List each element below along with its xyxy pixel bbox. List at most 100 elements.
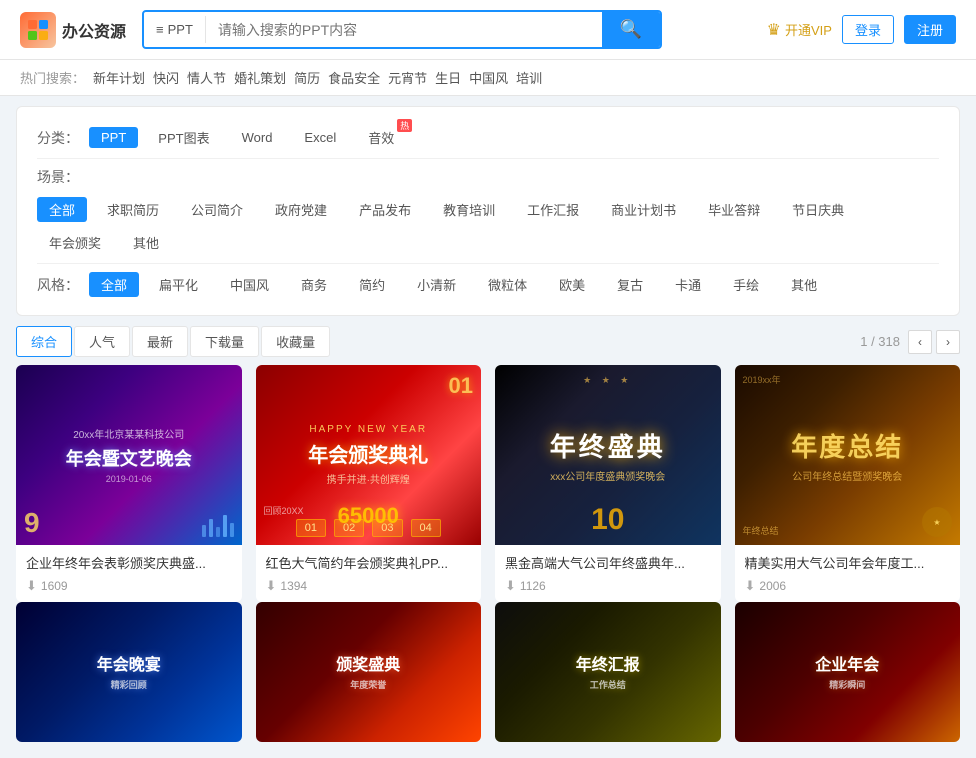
login-button[interactable]: 登录 [842,15,894,44]
card-4[interactable]: 年度总结 公司年终总结暨颁奖晚会 2019xx年 ★ 年终总结 精美实用大气公司… [735,365,961,602]
sort-newest[interactable]: 最新 [132,326,188,357]
scene-row: 场景： 全部 求职简历 公司简介 政府党建 产品发布 教育培训 工作汇报 商业计… [37,161,939,261]
vip-button[interactable]: ♛ 开通VIP [767,20,832,40]
card-2-thumb-overlay: HAPPY NEW YEAR 年会颁奖典礼 携手并进·共创辉煌 01 02 03… [256,365,482,545]
scene-tag-product[interactable]: 产品发布 [347,197,423,222]
hot-tag-7[interactable]: 生日 [435,68,461,87]
download-icon-1: ⬇ [26,578,37,594]
sort-bar: 综合 人气 最新 下载量 收藏量 1 / 318 ‹ › [16,326,960,357]
scene-tag-other[interactable]: 其他 [121,230,171,255]
search-area: ≡ PPT 🔍 [142,10,662,49]
card-1-thumb-overlay: 20xx年北京某某科技公司 年会暨文艺晚会 2019-01-06 9 [16,365,242,545]
header: 办公资源 ≡ PPT 🔍 ♛ 开通VIP 登录 注册 [0,0,976,60]
hot-tag-3[interactable]: 婚礼策划 [234,68,286,87]
hot-tag-5[interactable]: 食品安全 [328,68,380,87]
card-3[interactable]: 年终盛典 xxx公司年度盛典颁奖晚会 ★ ★ ★ 10 黑金高端大气公司年终盛典… [495,365,721,602]
style-tag-other[interactable]: 其他 [779,272,829,297]
sort-favorites[interactable]: 收藏量 [261,326,330,357]
scene-tag-biz[interactable]: 商业计划书 [599,197,688,222]
search-type-button[interactable]: ≡ PPT [144,16,206,43]
card-2-thumb: HAPPY NEW YEAR 年会颁奖典礼 携手并进·共创辉煌 01 02 03… [256,365,482,545]
scene-tag-edu[interactable]: 教育培训 [431,197,507,222]
bottom-partial-grid: 年会晚宴精彩回顾 颁奖盛典年度荣誉 年终汇报工作总结 企业年会精彩瞬间 [16,602,960,742]
logo[interactable]: 办公资源 [20,12,126,48]
vip-label: 开通VIP [785,20,832,39]
card-4-info: 精美实用大气公司年会年度工... ⬇ 2006 [735,545,961,602]
header-right: ♛ 开通VIP 登录 注册 [767,15,956,44]
scene-tag-grad[interactable]: 毕业答辩 [696,197,772,222]
hot-tag-6[interactable]: 元宵节 [388,68,427,87]
hot-tag-0[interactable]: 新年计划 [93,68,145,87]
scene-label: 场景： [37,167,79,187]
style-tag-western[interactable]: 欧美 [547,272,597,297]
hot-tag-8[interactable]: 中国风 [469,68,508,87]
scene-tag-company[interactable]: 公司简介 [179,197,255,222]
hot-search-bar: 热门搜索： 新年计划 快闪 情人节 婚礼策划 简历 食品安全 元宵节 生日 中国… [0,60,976,96]
style-tag-fresh[interactable]: 小清新 [405,272,468,297]
style-tag-chinese[interactable]: 中国风 [218,272,281,297]
card-4-downloads: 2006 [759,579,786,593]
card-3-info: 黑金高端大气公司年终盛典年... ⬇ 1126 [495,545,721,602]
bottom-card-4-thumb: 企业年会精彩瞬间 [735,602,961,742]
category-tag-word[interactable]: Word [230,127,285,148]
card-1[interactable]: 20xx年北京某某科技公司 年会暨文艺晚会 2019-01-06 9 企业 [16,365,242,602]
style-row: 风格： 全部 扁平化 中国风 商务 简约 小清新 微粒体 欧美 复古 卡通 手绘… [37,266,939,303]
category-tag-ppt[interactable]: PPT [89,127,138,148]
page-nav: ‹ › [908,330,960,354]
bottom-card-1-thumb: 年会晚宴精彩回顾 [16,602,242,742]
category-tag-audio[interactable]: 音效 [356,125,406,150]
hot-tag-2[interactable]: 情人节 [187,68,226,87]
style-tag-flat[interactable]: 扁平化 [147,272,210,297]
card-3-line1: xxx公司年度盛典颁奖晚会 [550,468,665,483]
scene-tag-annual[interactable]: 年会颁奖 [37,230,113,255]
card-4-meta: ⬇ 2006 [745,578,951,594]
crown-icon: ♛ [767,20,781,40]
style-tag-particle[interactable]: 微粒体 [476,272,539,297]
scene-tags: 全部 求职简历 公司简介 政府党建 产品发布 教育培训 工作汇报 商业计划书 毕… [37,197,939,255]
card-4-title: 精美实用大气公司年会年度工... [745,553,951,572]
search-icon: 🔍 [620,19,642,39]
card-1-thumb-line1: 年会暨文艺晚会 [66,445,192,471]
sort-downloads[interactable]: 下载量 [190,326,259,357]
bottom-card-2[interactable]: 颁奖盛典年度荣誉 [256,602,482,742]
scene-tag-resume[interactable]: 求职简历 [95,197,171,222]
bottom-card-2-thumb: 颁奖盛典年度荣誉 [256,602,482,742]
style-tag-hand[interactable]: 手绘 [721,272,771,297]
category-tag-pptchart[interactable]: PPT图表 [146,125,221,150]
hot-search-label: 热门搜索： [20,68,85,87]
card-3-line0: 年终盛典 [550,427,666,464]
bottom-card-4[interactable]: 企业年会精彩瞬间 [735,602,961,742]
search-input[interactable] [206,16,602,44]
menu-icon: ≡ [156,22,164,37]
hot-tag-4[interactable]: 简历 [294,68,320,87]
scene-tag-work[interactable]: 工作汇报 [515,197,591,222]
card-2-info: 红色大气简约年会颁奖典礼PP... ⬇ 1394 [256,545,482,602]
hot-tag-9[interactable]: 培训 [516,68,542,87]
category-row: 分类： PPT PPT图表 Word Excel 音效 [37,119,939,156]
download-icon-4: ⬇ [745,578,756,594]
bottom-card-3[interactable]: 年终汇报工作总结 [495,602,721,742]
sort-popular[interactable]: 人气 [74,326,130,357]
hot-tag-1[interactable]: 快闪 [153,68,179,87]
sort-comprehensive[interactable]: 综合 [16,326,72,357]
scene-tag-all[interactable]: 全部 [37,197,87,222]
style-tag-biz[interactable]: 商务 [289,272,339,297]
category-tags: PPT PPT图表 Word Excel 音效 [89,125,406,150]
scene-tag-festival[interactable]: 节日庆典 [780,197,856,222]
category-tag-excel[interactable]: Excel [292,127,348,148]
card-1-title: 企业年终年会表彰颁奖庆典盛... [26,553,232,572]
card-2-title: 红色大气简约年会颁奖典礼PP... [266,553,472,572]
style-tag-all[interactable]: 全部 [89,272,139,297]
search-button[interactable]: 🔍 [602,12,660,47]
sort-right: 1 / 318 ‹ › [860,330,960,354]
card-2[interactable]: HAPPY NEW YEAR 年会颁奖典礼 携手并进·共创辉煌 01 02 03… [256,365,482,602]
style-tag-retro[interactable]: 复古 [605,272,655,297]
style-tag-cartoon[interactable]: 卡通 [663,272,713,297]
next-page-button[interactable]: › [936,330,960,354]
register-button[interactable]: 注册 [904,15,956,44]
bottom-card-1[interactable]: 年会晚宴精彩回顾 [16,602,242,742]
scene-tag-gov[interactable]: 政府党建 [263,197,339,222]
card-1-thumb-line2: 2019-01-06 [106,474,152,484]
style-tag-simple[interactable]: 简约 [347,272,397,297]
prev-page-button[interactable]: ‹ [908,330,932,354]
